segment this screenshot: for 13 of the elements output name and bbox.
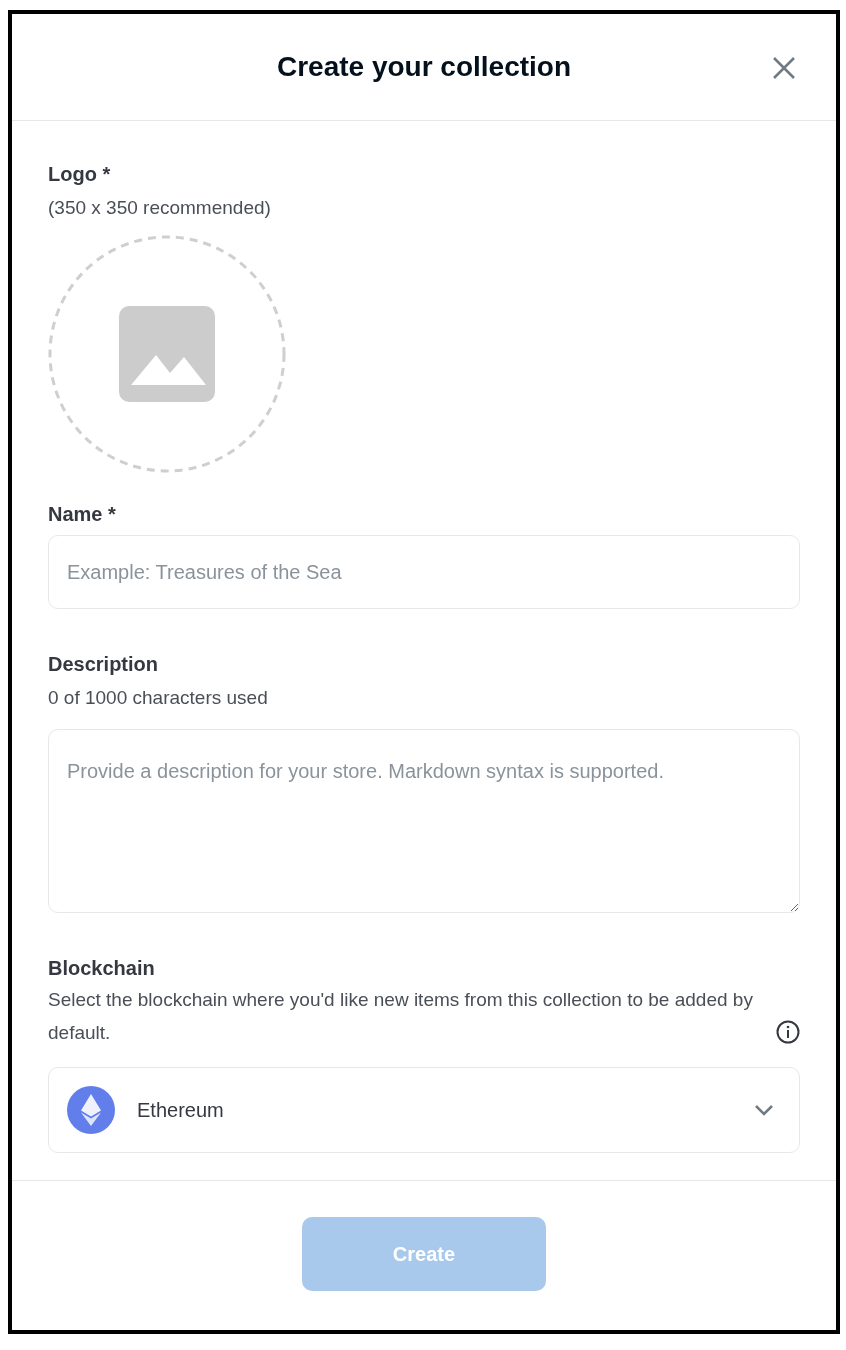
help-text: Select the blockchain where you'd like new items from this collection to be added by default. bbox=[48, 988, 754, 1045]
field-label: Logo * bbox=[48, 162, 112, 187]
field-label: Blockchain bbox=[48, 956, 156, 981]
character-counter: 0 of 1000 characters used bbox=[48, 686, 269, 710]
field-label: Description bbox=[48, 652, 160, 677]
description-input-field[interactable]: Provide a description for your store. Markdown syntax is supported. bbox=[48, 729, 800, 913]
blockchain-dropdown[interactable]: Ethereum bbox=[48, 1067, 800, 1153]
field-label: Name * bbox=[48, 502, 117, 527]
close-button[interactable] bbox=[772, 56, 796, 80]
name-input-field[interactable]: Example: Treasures of the Sea bbox=[48, 535, 800, 609]
dialog-title: Create your collection bbox=[276, 51, 572, 83]
hint-text: (350 x 350 recommended) bbox=[48, 196, 272, 220]
info-icon[interactable] bbox=[776, 1020, 800, 1044]
